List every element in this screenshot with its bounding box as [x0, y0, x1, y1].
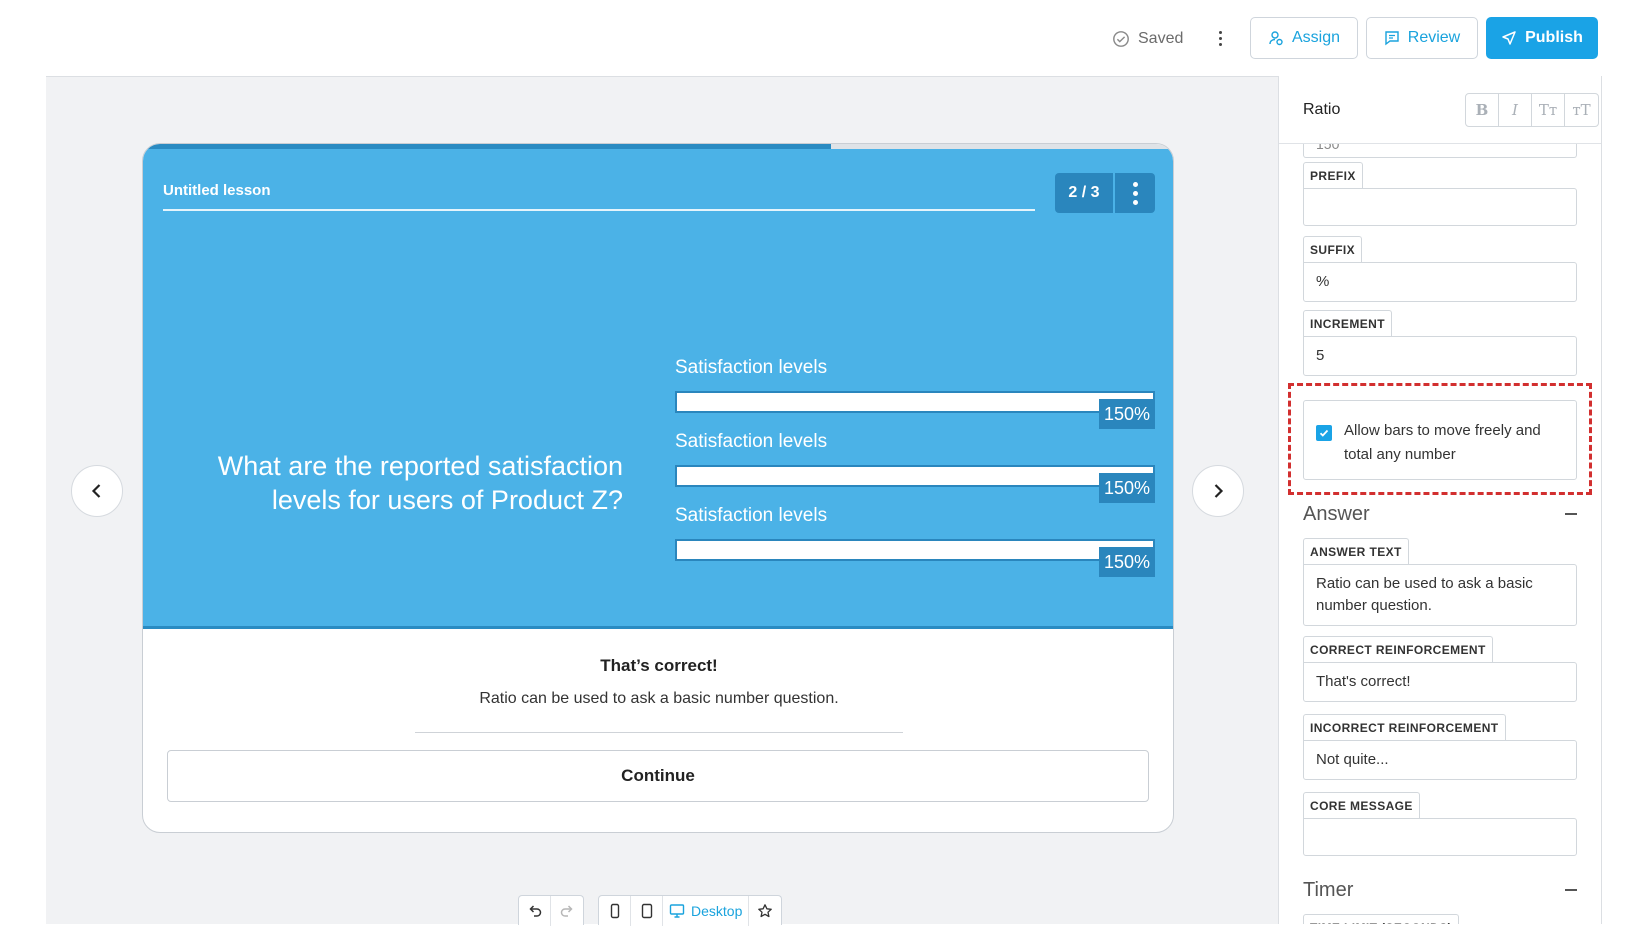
card-menu-icon[interactable]: [1115, 173, 1155, 213]
timer-section-header[interactable]: Timer: [1303, 876, 1577, 904]
core-message-field: CORE MESSAGE: [1303, 792, 1577, 856]
increment-field: INCREMENT 5: [1303, 310, 1577, 376]
favorite-button[interactable]: [749, 896, 781, 926]
lesson-card: Untitled lesson 2 / 3 What are the repor…: [142, 143, 1174, 833]
continue-button[interactable]: Continue: [167, 750, 1149, 802]
bar-slider[interactable]: [675, 391, 1155, 413]
properties-panel: Ratio B I Tт тT 150 PREFIX SUFFIX % INCR…: [1278, 76, 1602, 924]
mobile-view-button[interactable]: [599, 896, 631, 926]
redo-button[interactable]: [551, 896, 583, 926]
bar-label: Satisfaction levels: [675, 357, 828, 378]
bar-slider[interactable]: [675, 539, 1155, 561]
time-limit-label: TIME LIMIT (SECONDS): [1303, 914, 1459, 924]
monitor-icon: [669, 904, 685, 918]
suffix-label: SUFFIX: [1303, 236, 1363, 262]
phone-icon: [610, 903, 619, 919]
tablet-icon: [641, 903, 652, 919]
bar-slider[interactable]: [675, 465, 1155, 487]
incorrect-reinforcement-input[interactable]: Not quite...: [1303, 740, 1577, 780]
more-options-icon[interactable]: [1210, 26, 1230, 50]
review-button[interactable]: Review: [1366, 17, 1478, 59]
editor-canvas: Untitled lesson 2 / 3 What are the repor…: [46, 76, 1278, 926]
send-icon: [1502, 31, 1516, 45]
desktop-label: Desktop: [691, 903, 743, 919]
correct-reinforcement-label: CORRECT REINFORCEMENT: [1303, 636, 1493, 662]
collapse-icon[interactable]: [1565, 889, 1577, 891]
top-bar: Saved Assign Review Publish: [0, 0, 1640, 76]
next-slide-button[interactable]: [1192, 465, 1244, 517]
increase-text-size-button[interactable]: тT: [1565, 94, 1598, 126]
question-area: Untitled lesson 2 / 3 What are the repor…: [143, 149, 1173, 629]
suffix-field: SUFFIX %: [1303, 236, 1577, 302]
history-group: [518, 895, 584, 926]
publish-button[interactable]: Publish: [1486, 17, 1598, 59]
chevron-right-icon: [1214, 484, 1224, 498]
decrease-text-size-button[interactable]: Tт: [1532, 94, 1565, 126]
answer-text-field: ANSWER TEXT Ratio can be used to ask a b…: [1303, 538, 1577, 626]
answer-text-input[interactable]: Ratio can be used to ask a basic number …: [1303, 564, 1577, 626]
core-message-label: CORE MESSAGE: [1303, 792, 1420, 818]
redo-icon: [560, 905, 573, 917]
bar-value: 150%: [1099, 399, 1155, 429]
answer-section-header[interactable]: Answer: [1303, 500, 1577, 528]
answer-text-label: ANSWER TEXT: [1303, 538, 1409, 564]
comment-icon: [1385, 31, 1399, 46]
time-limit-field: TIME LIMIT (SECONDS): [1303, 914, 1577, 924]
bar-value: 150%: [1099, 547, 1155, 577]
bar-value: 150%: [1099, 473, 1155, 503]
chevron-left-icon: [91, 484, 101, 498]
feedback-title: That’s correct!: [600, 656, 718, 675]
publish-label: Publish: [1525, 29, 1583, 46]
panel-title: Ratio: [1303, 101, 1341, 118]
panel-header: Ratio B I Tт тT: [1279, 76, 1601, 144]
question-text: What are the reported satisfaction level…: [217, 451, 623, 515]
increment-input[interactable]: 5: [1303, 336, 1577, 376]
ratio-bar-2: Satisfaction levels 150%: [675, 431, 1155, 503]
tablet-view-button[interactable]: [631, 896, 663, 926]
incorrect-reinforcement-label: INCORRECT REINFORCEMENT: [1303, 714, 1506, 740]
prefix-label: PREFIX: [1303, 162, 1363, 188]
core-message-input[interactable]: [1303, 818, 1577, 856]
format-toolbar: B I Tт тT: [1465, 93, 1599, 127]
suffix-input[interactable]: %: [1303, 262, 1577, 302]
italic-button[interactable]: I: [1499, 94, 1532, 126]
star-icon: [758, 904, 773, 918]
device-group: Desktop: [598, 895, 783, 926]
undo-button[interactable]: [519, 896, 551, 926]
review-label: Review: [1407, 29, 1461, 46]
bottom-toolbar: Desktop: [518, 895, 783, 926]
bar-label: Satisfaction levels: [675, 431, 828, 452]
check-circle-icon: [1113, 31, 1129, 47]
feedback-text: Ratio can be used to ask a basic number …: [479, 690, 839, 707]
increment-label: INCREMENT: [1303, 310, 1392, 336]
collapse-icon[interactable]: [1565, 513, 1577, 515]
assign-label: Assign: [1291, 29, 1341, 46]
lesson-title: Untitled lesson: [163, 182, 271, 199]
saved-status: Saved: [1112, 27, 1183, 51]
undo-icon: [528, 905, 541, 917]
correct-reinforcement-input[interactable]: That's correct!: [1303, 662, 1577, 702]
previous-slide-button[interactable]: [71, 465, 123, 517]
prefix-input[interactable]: [1303, 188, 1577, 226]
feedback-divider: [415, 732, 903, 733]
timer-section-title: Timer: [1303, 878, 1354, 901]
ratio-bar-3: Satisfaction levels 150%: [675, 505, 1155, 577]
incorrect-reinforcement-field: INCORRECT REINFORCEMENT Not quite...: [1303, 714, 1577, 780]
bold-button[interactable]: B: [1466, 94, 1499, 126]
bar-label: Satisfaction levels: [675, 505, 828, 526]
prefix-field: PREFIX: [1303, 162, 1577, 226]
slide-counter: 2 / 3: [1055, 173, 1113, 213]
title-underline: [163, 209, 1035, 211]
desktop-view-button[interactable]: Desktop: [663, 896, 750, 926]
answer-section-title: Answer: [1303, 502, 1370, 525]
saved-label: Saved: [1138, 30, 1184, 47]
ratio-bar-1: Satisfaction levels 150%: [675, 357, 1155, 429]
highlight-annotation: [1288, 383, 1592, 495]
assign-user-icon: [1269, 31, 1283, 46]
assign-button[interactable]: Assign: [1250, 17, 1358, 59]
correct-reinforcement-field: CORRECT REINFORCEMENT That's correct!: [1303, 636, 1577, 702]
